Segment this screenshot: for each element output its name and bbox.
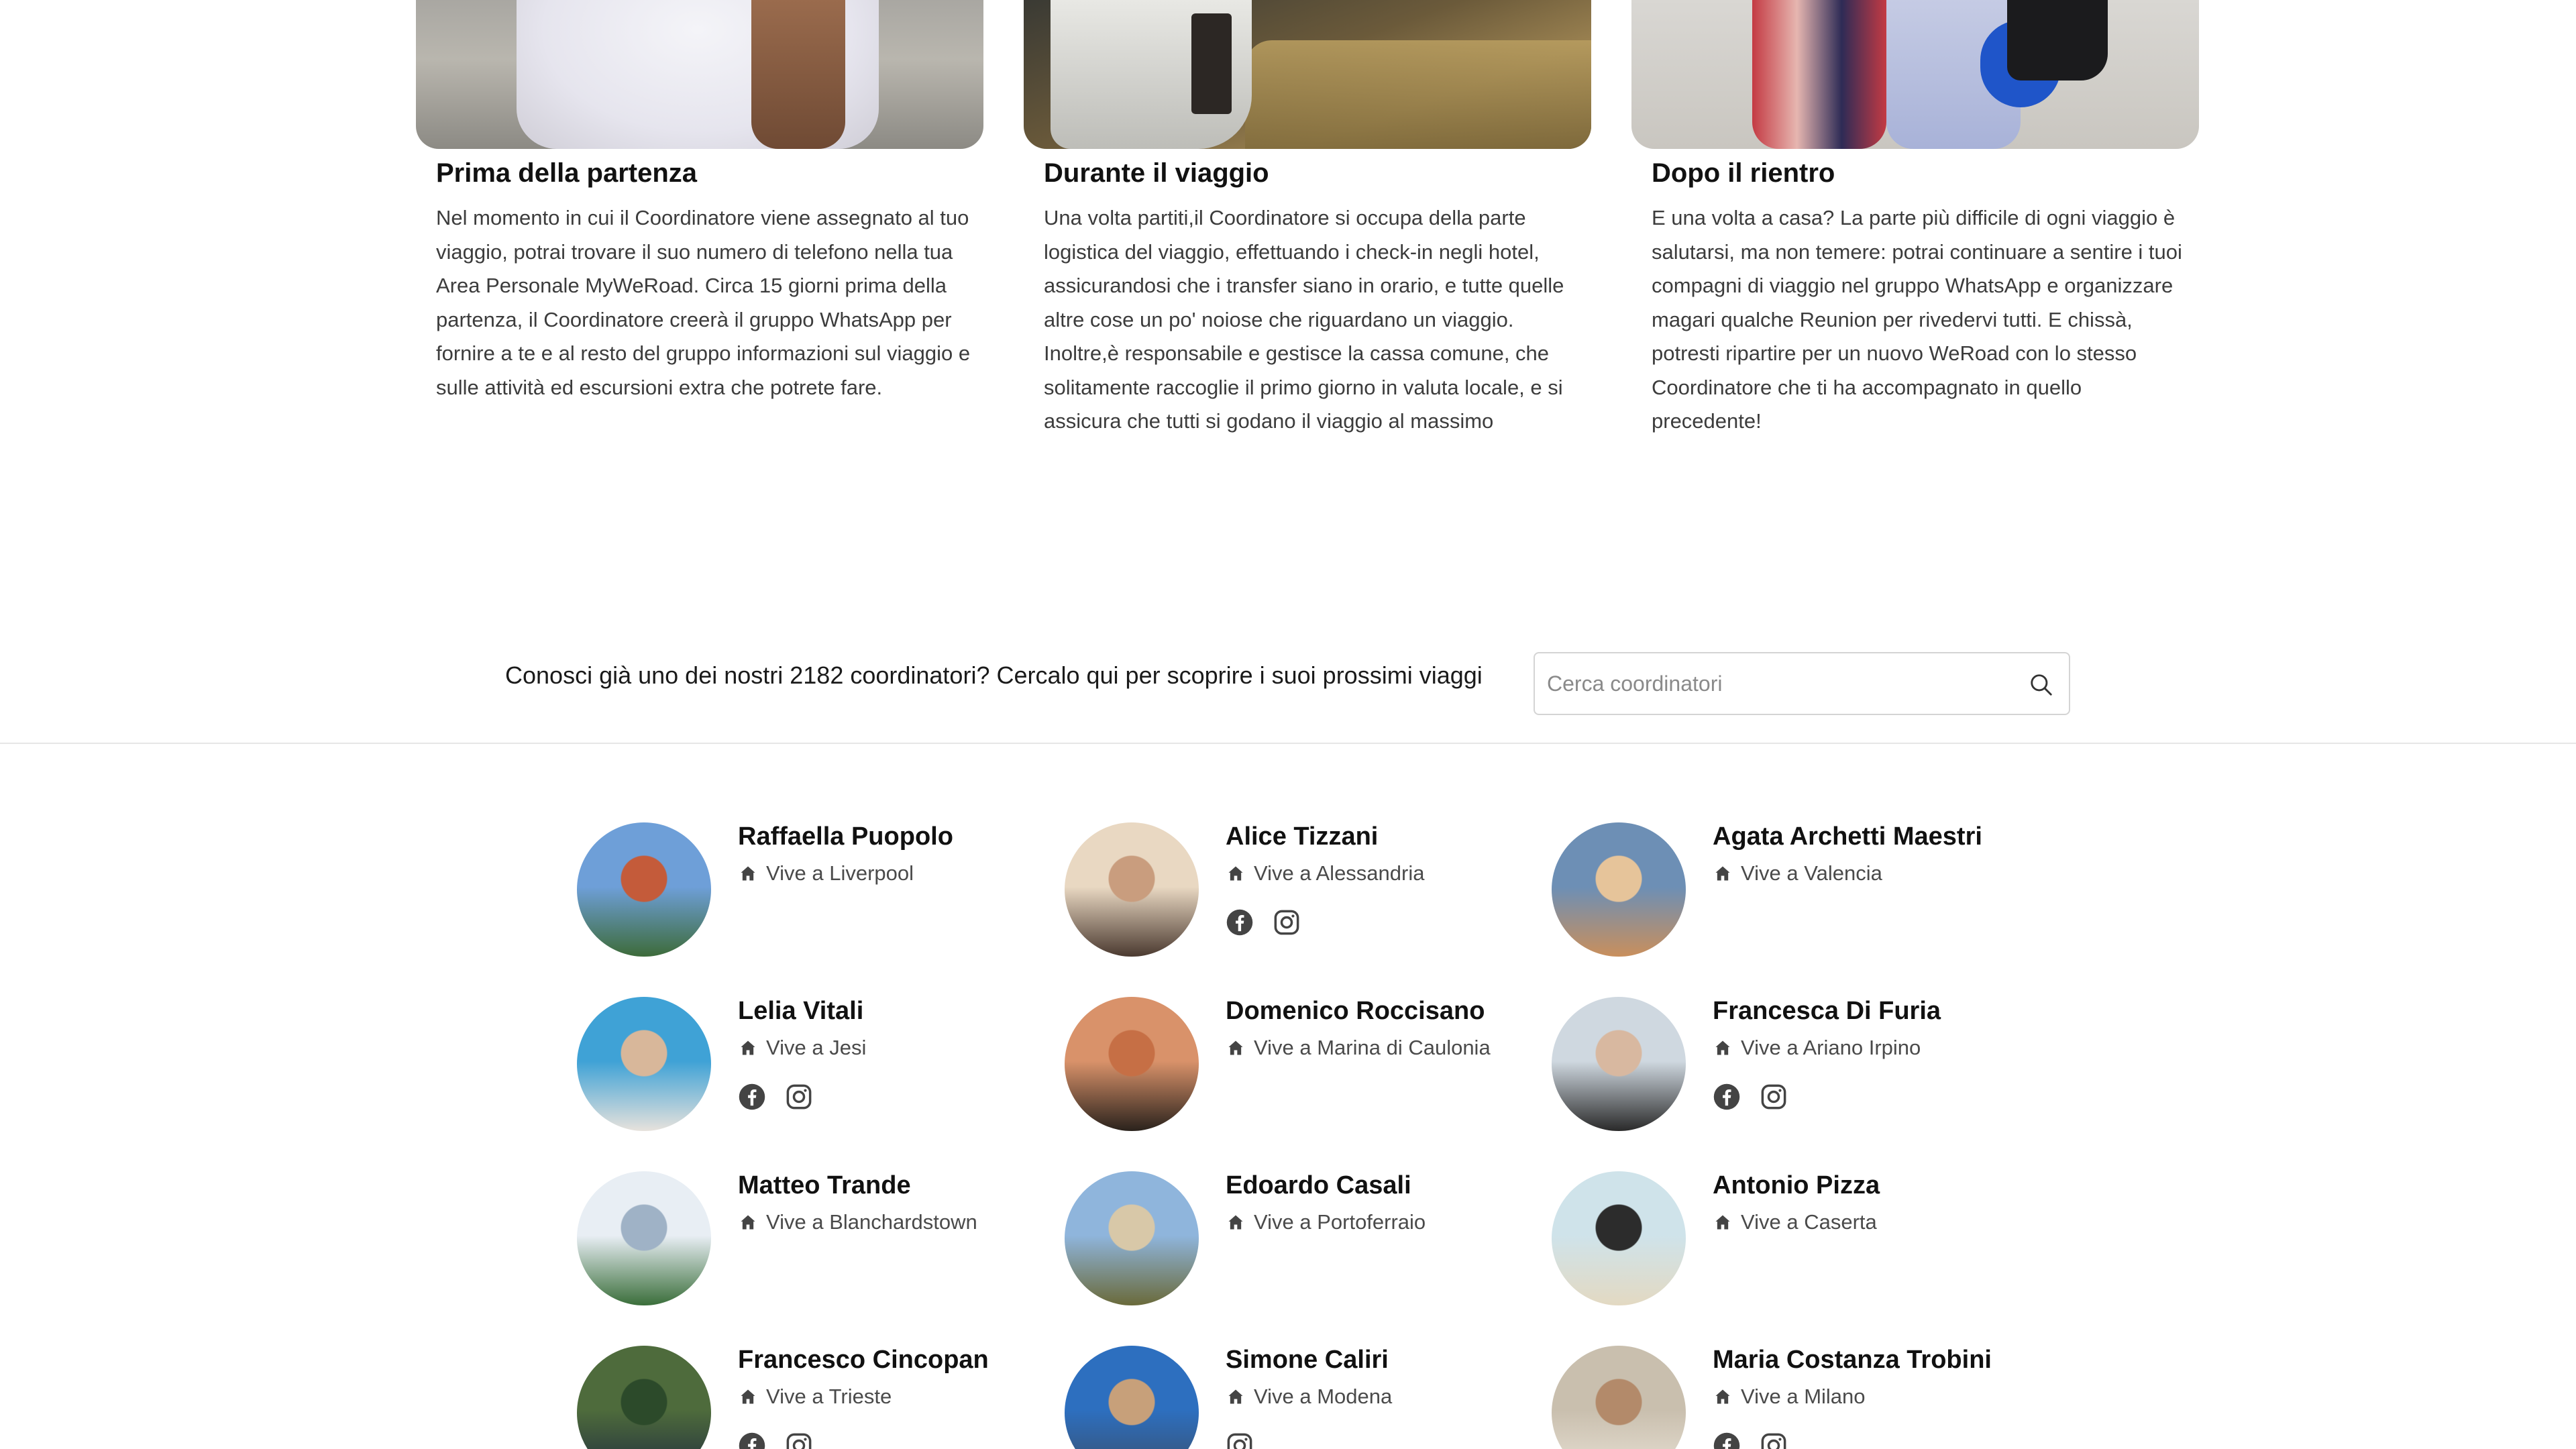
coordinator-avatar[interactable] [1552, 1346, 1686, 1449]
card-title: Durante il viaggio [1044, 158, 1269, 188]
home-icon [738, 1387, 761, 1407]
coordinator-card[interactable]: Domenico Roccisano Vive a Marina di Caulo… [1065, 997, 1534, 1158]
coordinator-name[interactable]: Maria Costanza Trobini [1713, 1346, 1992, 1375]
search-input[interactable] [1547, 653, 2017, 714]
home-icon [738, 1213, 761, 1233]
search-prompt: Conosci già uno dei nostri 2182 coordina… [505, 661, 1483, 689]
home-icon [738, 864, 761, 884]
coordinator-city: Vive a Blanchardstown [766, 1210, 977, 1234]
coordinator-avatar[interactable] [577, 1171, 711, 1305]
coordinator-city: Vive a Valencia [1741, 861, 1882, 885]
instagram-icon[interactable] [1226, 1432, 1254, 1449]
instagram-icon[interactable] [1273, 908, 1301, 936]
coordinator-name[interactable]: Raffaella Puopolo [738, 822, 953, 851]
instagram-icon[interactable] [785, 1083, 813, 1111]
coordinator-avatar[interactable] [1065, 822, 1199, 957]
coordinator-avatar[interactable] [577, 1346, 711, 1449]
coordinator-card[interactable]: Maria Costanza Trobini Vive a Milano [1552, 1346, 2021, 1449]
coordinator-card[interactable]: Simone Caliri Vive a Modena [1065, 1346, 1534, 1449]
coordinator-avatar[interactable] [1552, 997, 1686, 1131]
home-icon [1713, 1387, 1735, 1407]
coordinators-grid: Raffaella Puopolo Vive a Liverpool Alice T… [577, 822, 2053, 1449]
section-divider [0, 743, 2576, 744]
card-text: Una volta partiti,il Coordinatore si occ… [1044, 206, 1564, 433]
coordinator-name[interactable]: Lelia Vitali [738, 997, 863, 1026]
facebook-icon[interactable] [738, 1083, 766, 1111]
coordinator-name[interactable]: Simone Caliri [1226, 1346, 1389, 1375]
social-links [1226, 908, 1320, 938]
card-text: Nel momento in cui il Coordinatore viene… [436, 206, 971, 399]
home-icon [1226, 1213, 1248, 1233]
facebook-icon[interactable] [1226, 908, 1254, 936]
coordinator-card[interactable]: Antonio Pizza Vive a Caserta [1552, 1171, 2021, 1332]
home-icon [1226, 864, 1248, 884]
coordinator-avatar[interactable] [577, 997, 711, 1131]
coordinator-name[interactable]: Francesca Di Furia [1713, 997, 1941, 1026]
coordinator-avatar[interactable] [577, 822, 711, 957]
coordinator-card[interactable]: Edoardo Casali Vive a Portoferraio [1065, 1171, 1534, 1332]
instagram-icon[interactable] [1760, 1432, 1788, 1449]
coordinator-card[interactable]: Raffaella Puopolo Vive a Liverpool [577, 822, 1046, 983]
coordinator-city: Vive a Milano [1741, 1385, 1866, 1408]
coordinator-card[interactable]: Alice Tizzani Vive a Alessandria [1065, 822, 1534, 983]
social-links [1713, 1432, 1807, 1449]
home-icon [1713, 1038, 1735, 1059]
social-links [738, 1432, 832, 1449]
coordinator-name[interactable]: Matteo Trande [738, 1171, 911, 1200]
coordinator-card[interactable]: Francesca Di Furia Vive a Ariano Irpino [1552, 997, 2021, 1158]
coordinator-card[interactable]: Francesco Cincopan Vive a Trieste [577, 1346, 1046, 1449]
coordinator-name[interactable]: Francesco Cincopan [738, 1346, 989, 1375]
coordinator-name[interactable]: Edoardo Casali [1226, 1171, 1411, 1200]
coordinator-name[interactable]: Antonio Pizza [1713, 1171, 1880, 1200]
facebook-icon[interactable] [1713, 1432, 1741, 1449]
home-icon [738, 1038, 761, 1059]
coordinator-card[interactable]: Matteo Trande Vive a Blanchardstown [577, 1171, 1046, 1332]
facebook-icon[interactable] [1713, 1083, 1741, 1111]
search-icon[interactable] [2029, 672, 2054, 698]
journey-card-before: Prima della partenza Nel momento in cui … [416, 0, 983, 399]
coordinator-avatar[interactable] [1065, 1346, 1199, 1449]
coordinator-city: Vive a Jesi [766, 1036, 867, 1059]
traveler-white-shirt-photo [416, 0, 983, 149]
coordinator-city: Vive a Liverpool [766, 861, 914, 885]
coordinator-avatar[interactable] [1065, 1171, 1199, 1305]
card-title: Prima della partenza [436, 158, 698, 188]
home-icon [1226, 1387, 1248, 1407]
facebook-icon[interactable] [738, 1432, 766, 1449]
search-box[interactable] [1534, 652, 2070, 715]
card-text: E una volta a casa? La parte più diffici… [1652, 206, 2182, 433]
coordinator-journey-cards: Prima della partenza Nel momento in cui … [416, 0, 2199, 483]
coordinator-name[interactable]: Alice Tizzani [1226, 822, 1378, 851]
instagram-icon[interactable] [1760, 1083, 1788, 1111]
home-icon [1713, 864, 1735, 884]
social-links [738, 1083, 832, 1112]
coordinator-name[interactable]: Agata Archetti Maestri [1713, 822, 1982, 851]
coordinator-city: Vive a Modena [1254, 1385, 1393, 1408]
coordinator-city: Vive a Marina di Caulonia [1254, 1036, 1491, 1059]
friends-group-photo [1631, 0, 2199, 149]
social-links [1226, 1432, 1273, 1449]
journey-card-after: Dopo il rientro E una volta a casa? La p… [1631, 0, 2199, 433]
travel-bag-puddle-photo [1024, 0, 1591, 149]
coordinator-city: Vive a Trieste [766, 1385, 892, 1408]
home-icon [1226, 1038, 1248, 1059]
home-icon [1713, 1213, 1735, 1233]
coordinator-city: Vive a Ariano Irpino [1741, 1036, 1921, 1059]
coordinator-card[interactable]: Agata Archetti Maestri Vive a Valencia [1552, 822, 2021, 983]
coordinator-avatar[interactable] [1065, 997, 1199, 1131]
journey-card-during: Durante il viaggio Una volta partiti,il … [1024, 0, 1591, 433]
social-links [1713, 1083, 1807, 1112]
coordinator-name[interactable]: Domenico Roccisano [1226, 997, 1485, 1026]
coordinator-avatar[interactable] [1552, 822, 1686, 957]
coordinator-search-section: Conosci già uno dei nostri 2182 coordina… [0, 644, 2576, 745]
coordinator-city: Vive a Portoferraio [1254, 1210, 1426, 1234]
card-title: Dopo il rientro [1652, 158, 1835, 188]
coordinator-card[interactable]: Lelia Vitali Vive a Jesi [577, 997, 1046, 1158]
coordinator-city: Vive a Alessandria [1254, 861, 1425, 885]
coordinator-avatar[interactable] [1552, 1171, 1686, 1305]
coordinator-city: Vive a Caserta [1741, 1210, 1877, 1234]
instagram-icon[interactable] [785, 1432, 813, 1449]
